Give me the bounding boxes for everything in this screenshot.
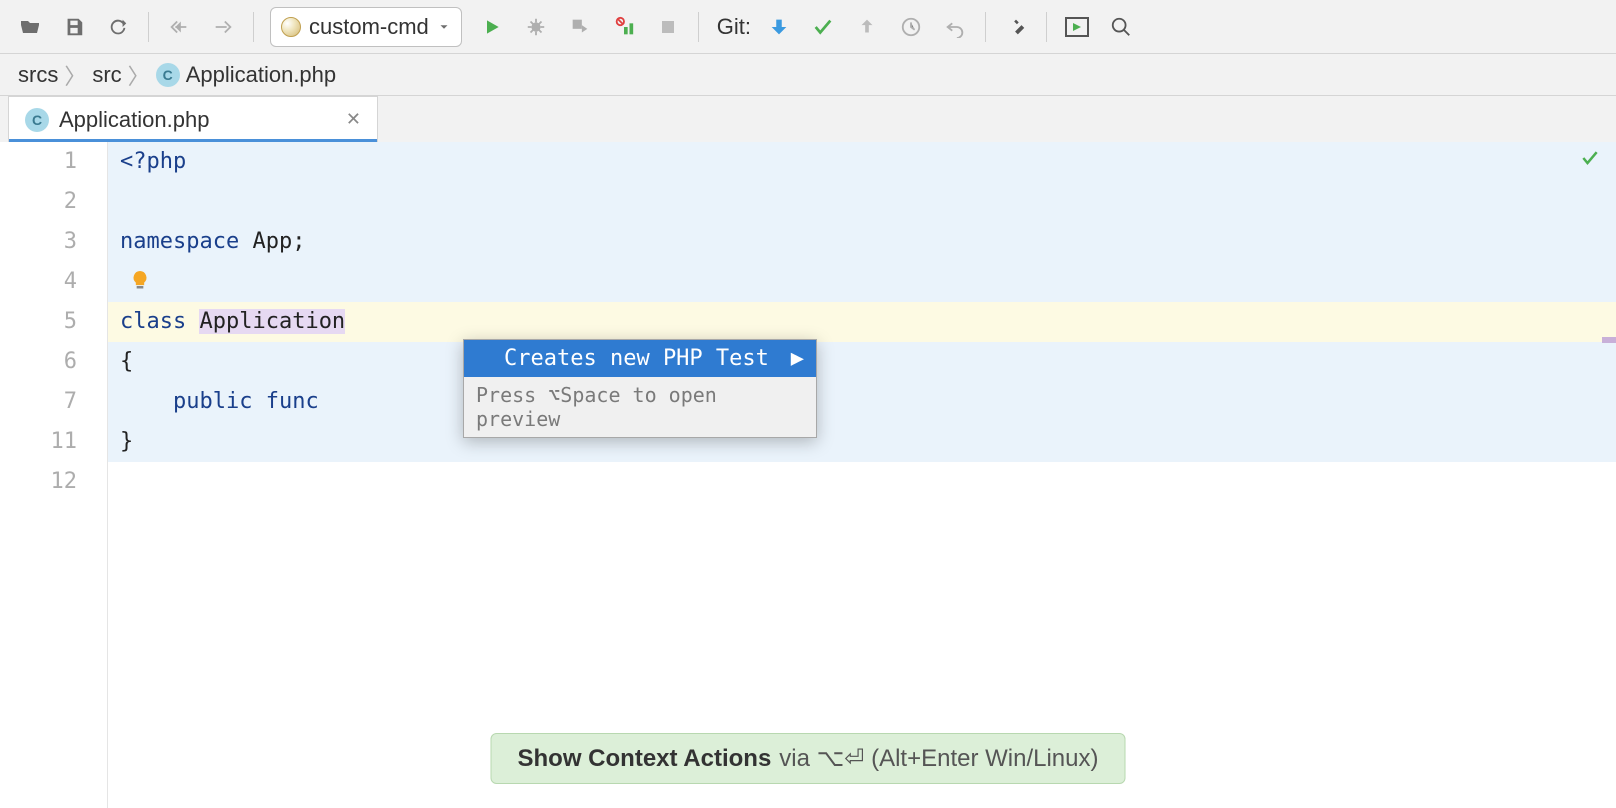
breadcrumb-item[interactable]: C Application.php xyxy=(156,62,336,88)
breadcrumb-label: srcs xyxy=(18,62,58,88)
git-commit-icon[interactable] xyxy=(803,7,843,47)
line-number: 4 xyxy=(0,262,77,302)
editor: 1 2 3 4 5 6 7 11 12 <?php namespace App;… xyxy=(0,142,1616,808)
toolbar-separator xyxy=(253,12,254,42)
editor-tab[interactable]: C Application.php ✕ xyxy=(8,96,378,142)
debug-icon[interactable] xyxy=(516,7,556,47)
code-line[interactable] xyxy=(108,182,1616,222)
forward-icon[interactable] xyxy=(203,7,243,47)
back-icon[interactable] xyxy=(159,7,199,47)
code-token: ; xyxy=(292,229,305,254)
code-token: } xyxy=(120,429,133,454)
line-number: 6 xyxy=(0,342,77,382)
refresh-icon[interactable] xyxy=(98,7,138,47)
toolbar-separator xyxy=(985,12,986,42)
line-number: 3 xyxy=(0,222,77,262)
code-token: <?php xyxy=(120,149,186,174)
git-history-icon[interactable] xyxy=(891,7,931,47)
run-icon[interactable] xyxy=(472,7,512,47)
php-class-badge: C xyxy=(156,63,180,87)
error-stripe-marker[interactable] xyxy=(1602,337,1616,343)
intention-popup: Creates new PHP Test ▶ Press ⌥Space to o… xyxy=(463,339,817,438)
intention-hint: Press ⌥Space to open preview xyxy=(464,377,816,437)
code-line[interactable]: namespace App; xyxy=(108,222,1616,262)
chevron-down-icon xyxy=(437,20,451,34)
run-anything-icon[interactable] xyxy=(1057,7,1097,47)
profile-icon[interactable] xyxy=(604,7,644,47)
line-number: 2 xyxy=(0,182,77,222)
code-line[interactable] xyxy=(108,262,1616,302)
intention-icon xyxy=(476,350,494,368)
coverage-icon[interactable] xyxy=(560,7,600,47)
toolbar-separator xyxy=(148,12,149,42)
search-icon[interactable] xyxy=(1101,7,1141,47)
code-token: public xyxy=(120,389,266,414)
code-token: namespace xyxy=(120,229,252,254)
breadcrumb-item[interactable]: src xyxy=(92,62,121,88)
code-line[interactable]: public func xyxy=(108,382,1616,422)
run-config-label: custom-cmd xyxy=(309,14,429,40)
open-icon[interactable] xyxy=(10,7,50,47)
code-area[interactable]: <?php namespace App; class Application{ … xyxy=(108,142,1616,808)
code-token: class xyxy=(120,309,199,334)
intention-label: Creates new PHP Test xyxy=(504,346,769,371)
intention-bulb-icon[interactable] xyxy=(130,268,150,294)
tip-rest: via ⌥⏎ (Alt+Enter Win/Linux) xyxy=(779,744,1098,773)
code-token xyxy=(120,189,133,214)
php-class-badge: C xyxy=(25,108,49,132)
code-line[interactable]: { xyxy=(108,342,1616,382)
code-token xyxy=(120,469,133,494)
run-config-selector[interactable]: custom-cmd xyxy=(270,7,462,47)
save-icon[interactable] xyxy=(54,7,94,47)
chevron-right-icon: 〉 xyxy=(128,59,150,91)
toolbar-separator xyxy=(1046,12,1047,42)
code-token: App xyxy=(252,229,292,254)
inspection-ok-icon[interactable] xyxy=(1580,148,1600,168)
tip-strong: Show Context Actions xyxy=(518,745,772,773)
run-config-icon xyxy=(281,17,301,37)
toolbar-separator xyxy=(698,12,699,42)
breadcrumb-item[interactable]: srcs xyxy=(18,62,58,88)
git-update-icon[interactable] xyxy=(759,7,799,47)
code-line[interactable]: <?php xyxy=(108,142,1616,182)
code-token: Application xyxy=(199,309,345,334)
stop-icon[interactable] xyxy=(648,7,688,47)
tab-label: Application.php xyxy=(59,107,336,133)
line-number: 7 xyxy=(0,382,77,422)
line-number: 1 xyxy=(0,142,77,182)
line-number: 11 xyxy=(0,422,77,462)
git-label: Git: xyxy=(717,14,751,40)
code-line[interactable]: class Application xyxy=(108,302,1616,342)
gutter: 1 2 3 4 5 6 7 11 12 xyxy=(0,142,108,808)
git-rollback-icon[interactable] xyxy=(935,7,975,47)
chevron-right-icon: ▶ xyxy=(791,346,804,371)
main-toolbar: custom-cmd Git: xyxy=(0,0,1616,54)
intention-action-item[interactable]: Creates new PHP Test ▶ xyxy=(464,340,816,377)
breadcrumb-label: Application.php xyxy=(186,62,336,88)
line-number: 5 xyxy=(0,302,77,342)
code-token: func xyxy=(266,389,319,414)
breadcrumb-label: src xyxy=(92,62,121,88)
breadcrumb: srcs 〉 src 〉 C Application.php xyxy=(0,54,1616,96)
code-line[interactable] xyxy=(108,462,1616,502)
chevron-right-icon: 〉 xyxy=(64,59,86,91)
line-number: 12 xyxy=(0,462,77,502)
settings-icon[interactable] xyxy=(996,7,1036,47)
code-line[interactable]: } xyxy=(108,422,1616,462)
git-push-icon[interactable] xyxy=(847,7,887,47)
code-token: { xyxy=(120,349,133,374)
close-icon[interactable]: ✕ xyxy=(346,109,361,130)
editor-tabs: C Application.php ✕ xyxy=(0,96,1616,142)
tip-banner: Show Context Actions via ⌥⏎ (Alt+Enter W… xyxy=(491,733,1126,784)
